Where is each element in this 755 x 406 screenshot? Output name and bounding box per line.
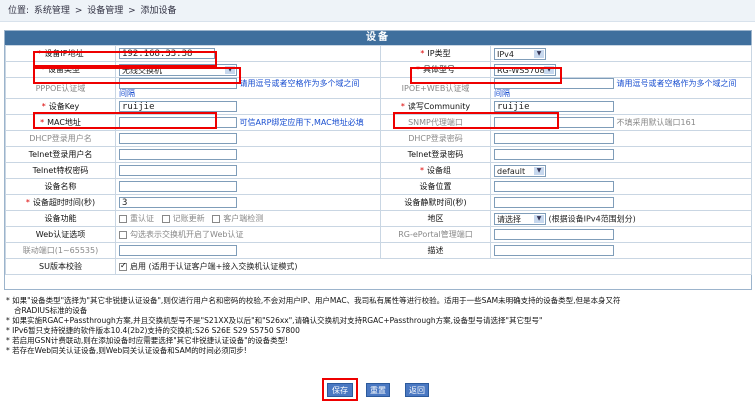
breadcrumb-prefix: 位置: — [8, 6, 30, 16]
func-label: 设备功能 — [44, 214, 77, 223]
iptype-value: IPv4 — [497, 49, 515, 59]
pppoe-hint: 请用逗号或者空格作为多个域之间 — [239, 79, 360, 88]
reauth-label: 重认证 — [130, 214, 154, 223]
region-label: 地区 — [427, 214, 444, 223]
location-label: 设备位置 — [419, 182, 452, 191]
iptype-label: IP类型 — [427, 49, 451, 58]
dhcp-pwd-label: DHCP登录密码 — [408, 134, 463, 143]
desc-label: 描述 — [427, 246, 444, 255]
eportal-input[interactable] — [494, 229, 614, 240]
eportal-label: RG-ePortal管理端口 — [398, 230, 473, 239]
community-label: 读写Community — [407, 102, 471, 111]
accounting-checkbox[interactable] — [161, 214, 170, 223]
link-label: 联动端口(1~65535) — [22, 246, 99, 255]
desc-input[interactable] — [494, 245, 614, 256]
ipoe-label: IPOE+WEB认证域 — [401, 83, 470, 93]
back-button[interactable]: 返回 — [405, 383, 429, 397]
web-checkbox[interactable] — [119, 230, 127, 239]
highlight-devtype — [33, 67, 241, 84]
form-row: Telnet登录用户名 Telnet登录密码 — [5, 146, 752, 163]
timeout-label: 设备超时时间(秒) — [32, 198, 96, 207]
ipoe-hint: 请用逗号或者空格作为多个域之间 — [616, 79, 737, 88]
iptype-select[interactable]: IPv4 ▼ — [494, 47, 546, 60]
group-value: default — [497, 166, 526, 176]
web-text: 勾选表示交换机开启了Web认证 — [130, 230, 244, 239]
form-row: Telnet特权密码 * 设备组 default ▼ — [5, 162, 752, 179]
chevron-down-icon: ▼ — [534, 49, 544, 58]
reset-button[interactable]: 重置 — [366, 383, 390, 397]
highlight-model — [410, 67, 562, 84]
pppoe-label: PPPOE认证域 — [35, 83, 86, 93]
breadcrumb-item-device[interactable]: 设备管理 — [87, 6, 123, 16]
telnet-user-input[interactable] — [119, 149, 237, 160]
breadcrumb-sep: > — [128, 6, 136, 16]
client-detect-label: 客户端检测 — [223, 214, 264, 223]
panel-title: 设备 — [5, 31, 751, 45]
form-row: DHCP登录用户名 DHCP登录密码 — [5, 130, 752, 147]
ipoe-hint-2: 间隔 — [494, 89, 510, 98]
silent-input[interactable] — [494, 197, 614, 208]
breadcrumb-item-system[interactable]: 系统管理 — [34, 6, 70, 16]
name-input[interactable] — [119, 181, 237, 192]
note-line: * 若启用GSN计费联动,则在添加设备时应需要选择"其它非锐捷认证设备"的设备类… — [6, 336, 289, 345]
region-select[interactable]: 请选择 ▼ — [494, 212, 546, 225]
form-row: 设备功能 重认证 记账更新 客户端检测 地区 请选择 ▼ (根据设备IPv4范围划… — [5, 210, 752, 227]
key-input[interactable]: ruijie — [119, 101, 237, 112]
silent-label: 设备静默时间(秒) — [404, 198, 467, 207]
timeout-input[interactable]: 3 — [119, 197, 237, 208]
form-row: SU版本校验 启用 (适用于认证客户端+接入交换机认证模式) — [5, 258, 752, 275]
telnet-priv-label: Telnet特权密码 — [32, 166, 89, 175]
snmp-hint: 不填采用默认端口161 — [616, 118, 696, 127]
notes: * 如果"设备类型"选择为"其它非锐捷认证设备",则仅进行用户名和密码的校验,不… — [6, 296, 751, 356]
chevron-down-icon: ▼ — [534, 166, 544, 175]
telnet-user-label: Telnet登录用户名 — [28, 150, 93, 159]
telnet-priv-input[interactable] — [119, 165, 237, 176]
telnet-pwd-input[interactable] — [494, 149, 614, 160]
chevron-down-icon: ▼ — [534, 214, 544, 223]
highlight-save — [322, 378, 358, 401]
group-select[interactable]: default ▼ — [494, 164, 546, 177]
note-line: * IPv6暂只支持锐捷的软件版本10.4(2b2)支持的交换机:S26 S26… — [6, 326, 300, 335]
highlight-key — [33, 112, 217, 129]
breadcrumb-sep: > — [74, 6, 83, 16]
mac-hint: 可信ARP绑定应用下,MAC地址必填 — [239, 118, 364, 127]
key-label: 设备Key — [48, 102, 80, 111]
breadcrumb: 位置: 系统管理 > 设备管理 > 添加设备 — [0, 0, 755, 22]
highlight-ip — [33, 51, 217, 67]
form-row: 设备名称 设备位置 — [5, 178, 752, 195]
dhcp-pwd-input[interactable] — [494, 133, 614, 144]
location-input[interactable] — [494, 181, 614, 192]
region-value: 请选择 — [497, 214, 521, 224]
name-label: 设备名称 — [44, 182, 77, 191]
group-label: 设备组 — [427, 166, 451, 175]
breadcrumb-item-add: 添加设备 — [140, 6, 177, 16]
accounting-label: 记账更新 — [172, 214, 205, 223]
client-detect-checkbox[interactable] — [212, 214, 221, 223]
pppoe-hint-2: 间隔 — [119, 89, 135, 98]
form-row: * 设备超时时间(秒) 3 设备静默时间(秒) — [5, 194, 752, 211]
dhcp-user-input[interactable] — [119, 133, 237, 144]
telnet-pwd-label: Telnet登录密码 — [407, 150, 464, 159]
note-line: * 如果实施RGAC+Passthrough方案,并且交换机型号不是"S21XX… — [6, 316, 543, 325]
su-text: 启用 (适用于认证客户端+接入交换机认证模式) — [130, 262, 298, 271]
form-row: 联动端口(1~65535) 描述 — [5, 242, 752, 259]
form-row: Web认证选项 勾选表示交换机开启了Web认证 RG-ePortal管理端口 — [5, 226, 752, 243]
highlight-community — [393, 112, 559, 129]
web-label: Web认证选项 — [35, 230, 86, 239]
link-input[interactable] — [119, 245, 237, 256]
dhcp-user-label: DHCP登录用户名 — [29, 134, 92, 143]
note-line: * 若存在Web同关认证设备,则Web同关认证设备和SAM的时间必须同步! — [6, 346, 247, 355]
note-line: * 如果"设备类型"选择为"其它非锐捷认证设备",则仅进行用户名和密码的校验,不… — [6, 296, 621, 305]
su-label: SU版本校验 — [39, 262, 82, 271]
reauth-checkbox[interactable] — [119, 214, 127, 223]
community-input[interactable]: ruijie — [494, 101, 614, 112]
region-hint: (根据设备IPv4范围划分) — [548, 214, 636, 223]
note-line: 合RADIUS标准的设备 — [14, 306, 88, 315]
su-checkbox[interactable] — [119, 261, 127, 271]
